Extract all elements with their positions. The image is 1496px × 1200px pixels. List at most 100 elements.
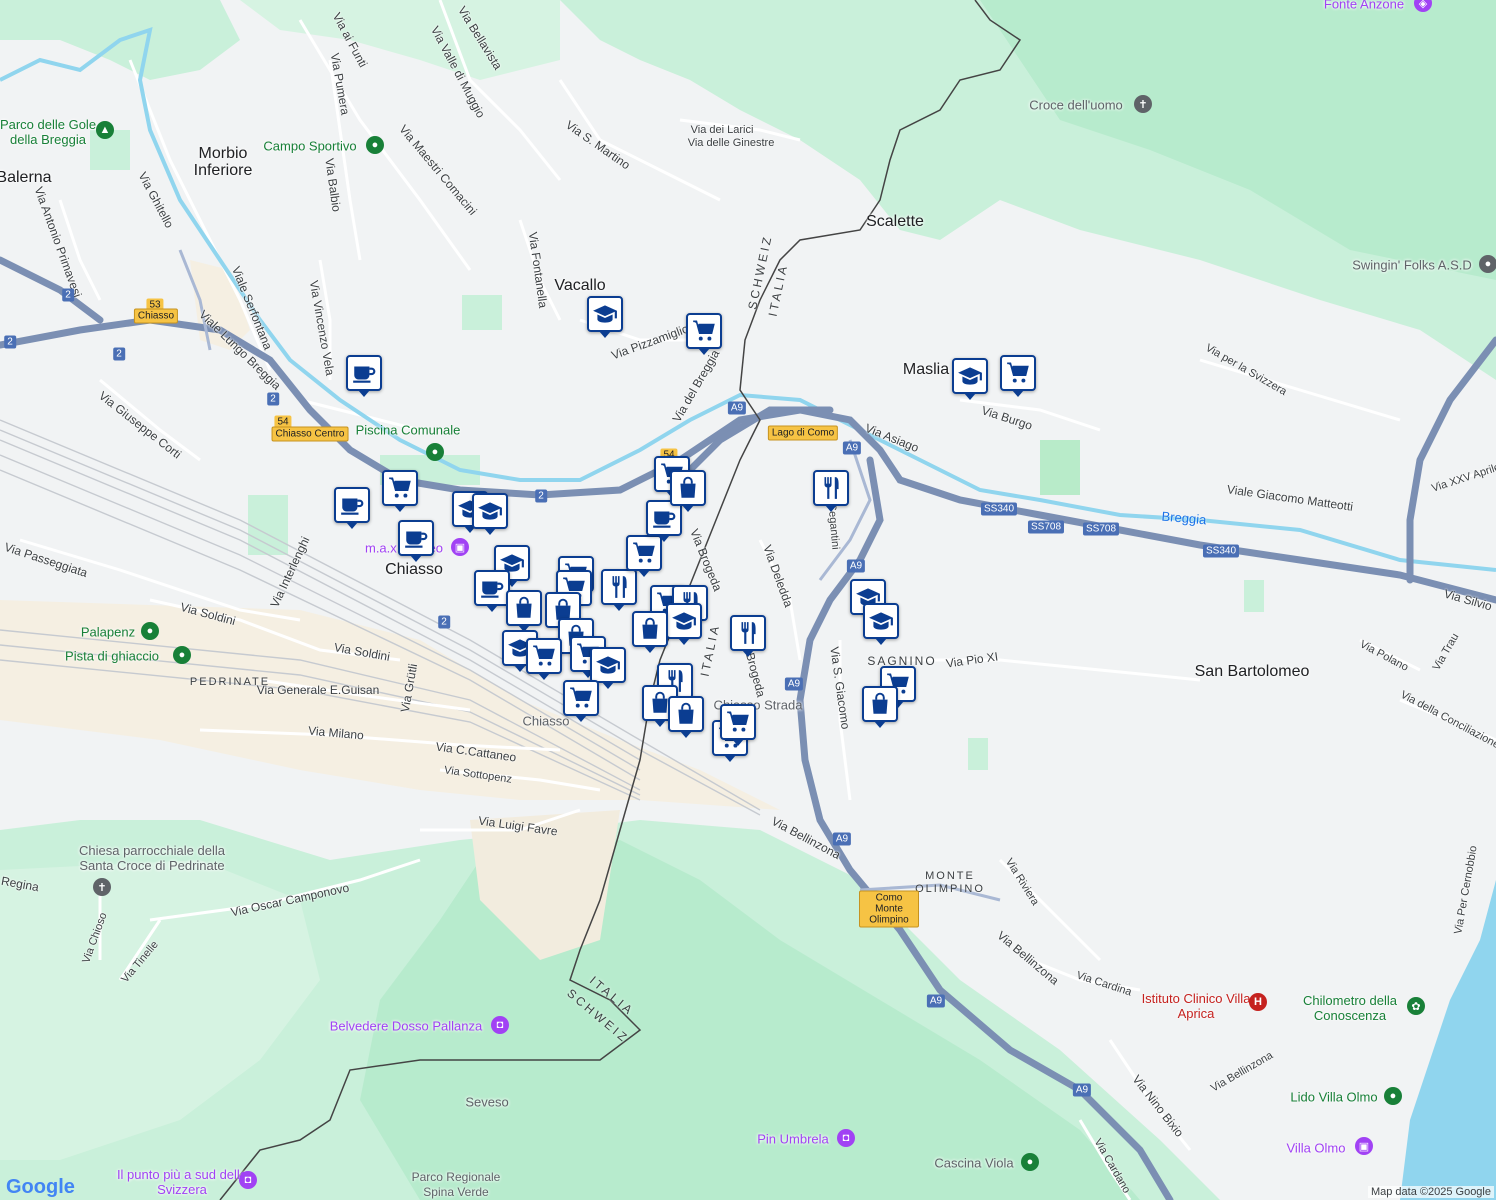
shopping-bag-marker[interactable]: [632, 611, 668, 653]
cart-marker[interactable]: [686, 313, 722, 355]
park-icon[interactable]: ▲: [96, 121, 114, 139]
street-label: Via dei Larici: [690, 124, 754, 136]
fork-knife-marker[interactable]: [601, 569, 637, 611]
camera-icon[interactable]: ◘: [491, 1016, 509, 1034]
cart-icon: [725, 709, 751, 735]
exit-chiasso-centro[interactable]: Chiasso Centro: [271, 426, 349, 442]
poi-chiasso-station[interactable]: Chiasso: [523, 714, 570, 729]
graduation-cap-marker[interactable]: [590, 647, 626, 689]
exit-chiasso[interactable]: Chiasso: [133, 308, 179, 324]
cup-icon: [479, 575, 505, 601]
route-shield: SS340: [980, 502, 1018, 516]
hospital-icon[interactable]: H: [1249, 993, 1267, 1011]
route-shield: A9: [727, 401, 747, 415]
cup-marker[interactable]: [474, 570, 510, 612]
graduation-cap-marker[interactable]: [863, 603, 899, 645]
graduation-cap-marker[interactable]: [666, 603, 702, 645]
park-icon[interactable]: ●: [1021, 1153, 1039, 1171]
cart-marker[interactable]: [563, 680, 599, 722]
shopping-bag-marker[interactable]: [506, 590, 542, 632]
route-shield: SS708: [1027, 520, 1065, 534]
cart-marker[interactable]: [720, 704, 756, 746]
graduation-cap-icon: [595, 652, 621, 678]
poi-fonte-anzone[interactable]: Fonte Anzone: [1324, 0, 1404, 12]
cup-marker[interactable]: [398, 520, 434, 562]
poi-chiesa-santa-croce[interactable]: Chiesa parrocchiale della Santa Croce di…: [62, 843, 242, 873]
graduation-cap-icon: [592, 301, 618, 327]
cup-icon: [351, 360, 377, 386]
poi-villa-olmo[interactable]: Villa Olmo: [1286, 1141, 1345, 1156]
poi-campo-sportivo[interactable]: Campo Sportivo: [263, 139, 356, 154]
route-shield: SS340: [1202, 544, 1240, 558]
cart-marker[interactable]: [1000, 355, 1036, 397]
pool-icon[interactable]: ●: [426, 443, 444, 461]
cart-icon: [387, 475, 413, 501]
shopping-bag-icon: [867, 691, 893, 717]
poi-belvedere-dosso-pallanza[interactable]: Belvedere Dosso Pallanza: [330, 1019, 482, 1034]
exit-lago-di-como[interactable]: Lago di Como: [767, 425, 839, 441]
cup-icon: [403, 525, 429, 551]
poi-piscina-comunale[interactable]: Piscina Comunale: [356, 423, 461, 438]
park-icon[interactable]: ✿: [1407, 997, 1425, 1015]
poi-cascina-viola[interactable]: Cascina Viola: [934, 1156, 1013, 1171]
cup-icon: [339, 492, 365, 518]
poi-pista-di-ghiaccio[interactable]: Pista di ghiaccio: [65, 649, 159, 664]
sports-icon[interactable]: ●: [173, 646, 191, 664]
place-vacallo[interactable]: Vacallo: [554, 277, 605, 295]
camera-icon[interactable]: ◘: [239, 1171, 257, 1189]
museum-icon[interactable]: ▣: [451, 538, 469, 556]
route-shield: 2: [535, 489, 547, 503]
sports-icon[interactable]: ●: [141, 622, 159, 640]
poi-punto-piu-a-sud[interactable]: Il punto più a sud della Svizzera: [112, 1167, 252, 1197]
cart-icon: [1005, 360, 1031, 386]
cart-marker[interactable]: [382, 470, 418, 512]
museum-icon[interactable]: ▣: [1355, 1137, 1373, 1155]
shopping-bag-icon: [673, 701, 699, 727]
place-chiasso[interactable]: Chiasso: [385, 561, 443, 579]
place-maslia[interactable]: Maslia: [903, 361, 949, 379]
route-shield: A9: [832, 832, 852, 846]
poi-istituto-villa-aprica[interactable]: Istituto Clinico Villa Aprica: [1131, 991, 1261, 1021]
graduation-cap-marker[interactable]: [472, 493, 508, 535]
map-attribution[interactable]: Map data ©2025 Google: [1367, 1186, 1494, 1198]
place-morbio-inferiore[interactable]: Morbio Inferiore: [168, 145, 278, 179]
cart-marker[interactable]: [626, 535, 662, 577]
cup-marker[interactable]: [346, 355, 382, 397]
route-shield: A9: [846, 559, 866, 573]
shopping-bag-marker[interactable]: [668, 696, 704, 738]
route-shield: 2: [4, 335, 16, 349]
fork-knife-marker[interactable]: [813, 470, 849, 512]
poi-pin-umbrela[interactable]: Pin Umbrela: [757, 1132, 829, 1147]
route-shield: 2: [113, 347, 125, 361]
cart-marker[interactable]: [526, 638, 562, 680]
poi-seveso: Seveso: [465, 1094, 509, 1110]
fork-knife-icon: [735, 620, 761, 646]
poi-croce-dell-uomo[interactable]: Croce dell'uomo: [1029, 98, 1123, 113]
map-canvas[interactable]: [0, 0, 1496, 1200]
graduation-cap-marker[interactable]: [952, 358, 988, 400]
beach-icon[interactable]: ●: [1384, 1087, 1402, 1105]
poi-parco-gole-breggia[interactable]: Parco delle Gole della Breggia: [0, 117, 103, 147]
fork-knife-marker[interactable]: [730, 615, 766, 657]
route-shield: A9: [842, 441, 862, 455]
poi-parco-spina-verde: Parco Regionale Spina Verde: [411, 1170, 501, 1199]
place-san-bartolomeo[interactable]: San Bartolomeo: [1195, 663, 1310, 681]
route-shield: 2: [267, 392, 279, 406]
poi-palapenz[interactable]: Palapenz: [81, 625, 135, 640]
poi-swingin-folks[interactable]: Swingin' Folks A.S.D: [1352, 258, 1472, 273]
fork-knife-icon: [606, 574, 632, 600]
shopping-bag-marker[interactable]: [670, 470, 706, 512]
poi-lido-villa-olmo[interactable]: Lido Villa Olmo: [1290, 1090, 1377, 1105]
place-icon[interactable]: ●: [1479, 255, 1496, 273]
shopping-bag-marker[interactable]: [862, 686, 898, 728]
sports-icon[interactable]: ●: [366, 136, 384, 154]
camera-icon[interactable]: ◘: [837, 1129, 855, 1147]
church-icon[interactable]: ✝: [93, 878, 111, 896]
place-scalette[interactable]: Scalette: [866, 213, 924, 231]
cross-icon[interactable]: ✝: [1134, 95, 1152, 113]
graduation-cap-marker[interactable]: [587, 296, 623, 338]
cup-marker[interactable]: [334, 487, 370, 529]
poi-chilometro-conoscenza[interactable]: Chilometro della Conoscenza: [1295, 993, 1405, 1023]
exit-como-monte-olimpino[interactable]: Como Monte Olimpino: [859, 890, 919, 928]
fork-knife-icon: [818, 475, 844, 501]
